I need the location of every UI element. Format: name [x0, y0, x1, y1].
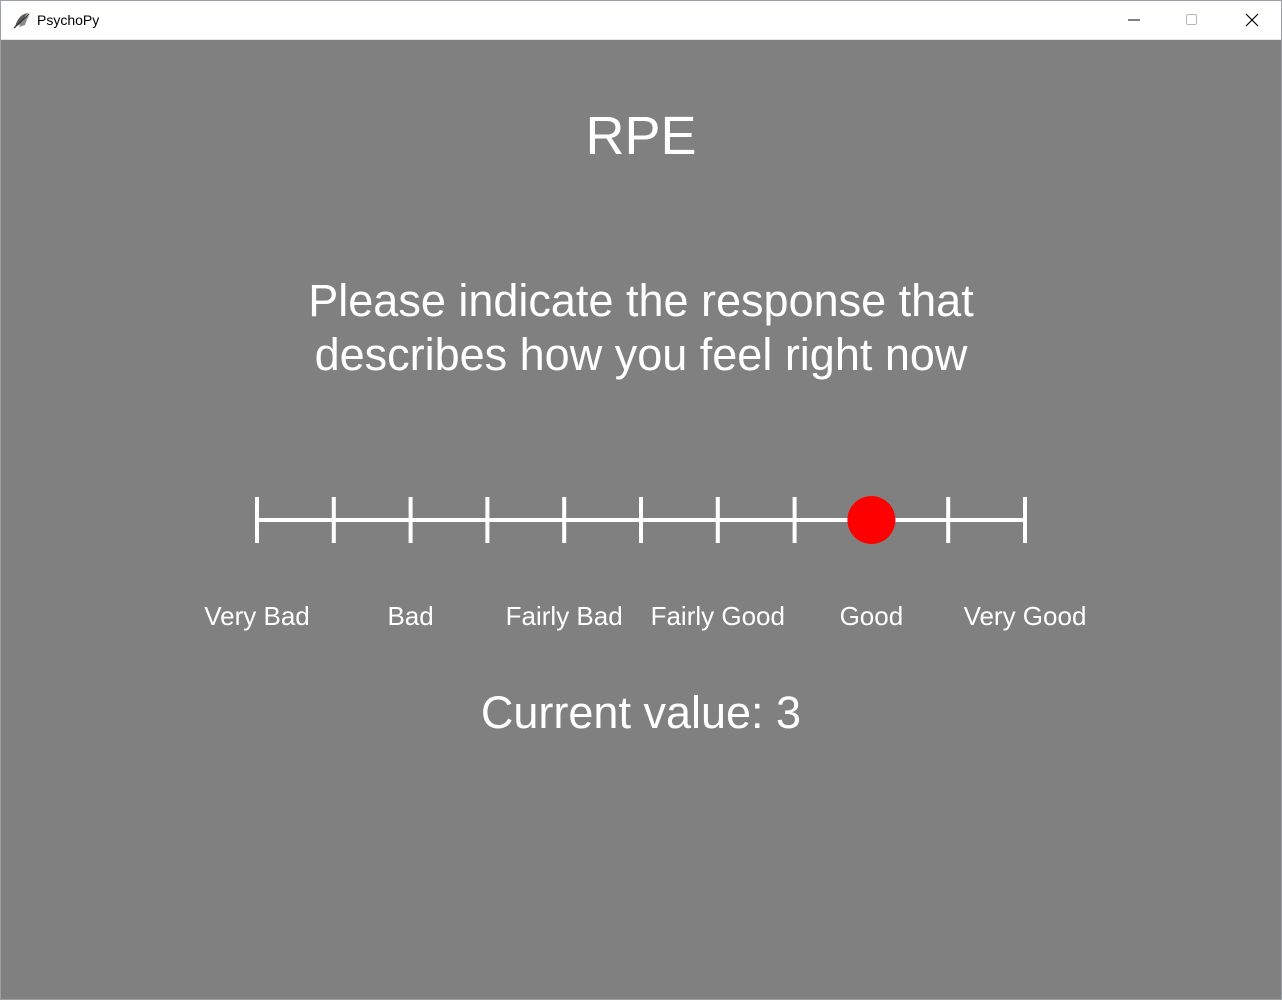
title-bar[interactable]: PsychoPy — [1, 1, 1281, 40]
scale-label-very-good: Very Good — [963, 601, 1087, 631]
slider-marker[interactable] — [847, 496, 896, 544]
window-title: PsychoPy — [37, 12, 100, 28]
instruction-line-1: Please indicate the response that — [308, 275, 974, 326]
close-icon — [1245, 13, 1259, 27]
minimize-icon — [1128, 14, 1140, 26]
maximize-icon — [1186, 14, 1198, 26]
psychopy-window: PsychoPy RPE Please indicate the respons… — [0, 0, 1282, 1000]
psychopy-logo-icon — [13, 11, 31, 29]
current-value-text: Current value: 3 — [480, 687, 802, 738]
instruction-line-2: describes how you feel right now — [314, 329, 968, 380]
instruction-text: Please indicate the response that descri… — [241, 274, 1041, 382]
rating-slider[interactable] — [1, 480, 1281, 560]
page-title: RPE — [585, 106, 697, 166]
minimize-button[interactable] — [1105, 1, 1163, 39]
close-button[interactable] — [1223, 1, 1281, 39]
experiment-screen: RPE Please indicate the response that de… — [1, 40, 1281, 999]
maximize-button[interactable] — [1163, 1, 1221, 39]
